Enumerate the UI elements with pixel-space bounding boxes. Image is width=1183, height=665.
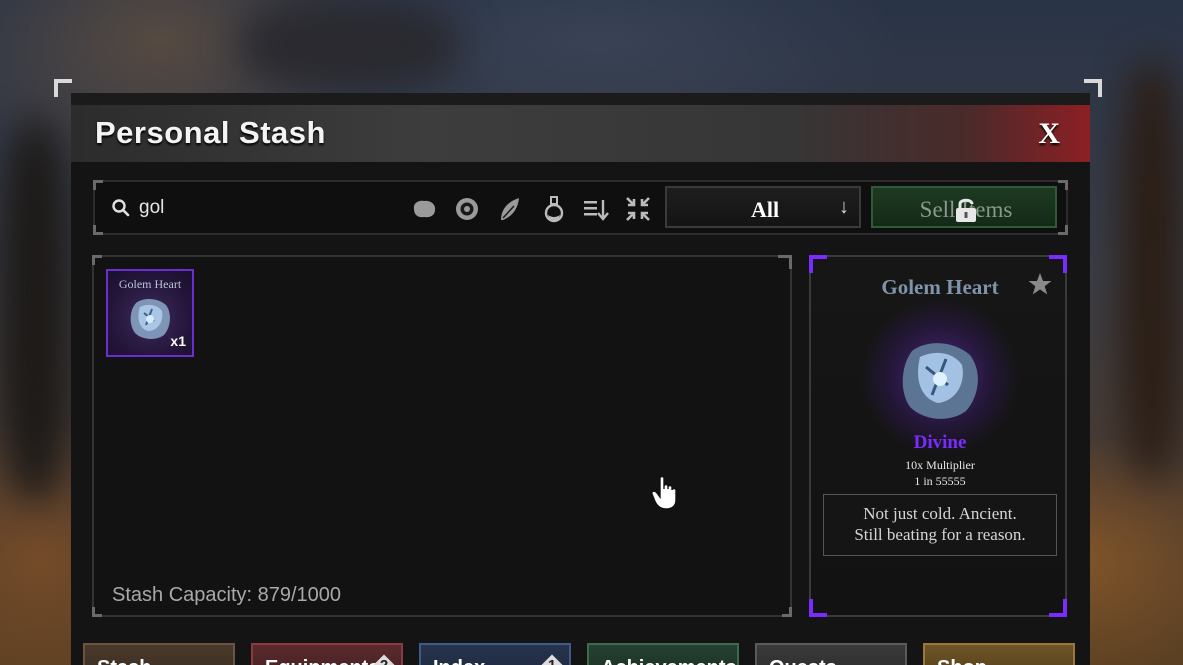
panel-bracket [778, 255, 792, 269]
search-box [107, 192, 387, 224]
item-slot-name: Golem Heart [118, 277, 182, 291]
golem-heart-large-icon [902, 343, 978, 419]
favorite-star-icon[interactable] [1027, 271, 1053, 297]
description-line: Still beating for a reason. [854, 525, 1026, 544]
golem-heart-icon [130, 299, 170, 339]
tab-label: Index [433, 657, 485, 665]
leaf-icon[interactable] [495, 194, 525, 224]
collapse-icon[interactable] [623, 194, 653, 224]
tab-stash[interactable]: Stash [83, 643, 235, 665]
tab-label: Achievements [601, 657, 737, 665]
item-detail-panel: Golem Heart Divine 10x Multiplier 1 in 5… [809, 255, 1067, 617]
panel-bracket [92, 255, 102, 265]
tab-achievements[interactable]: Achievements [587, 643, 739, 665]
panel-corner [809, 255, 827, 273]
tab-label: Shop [937, 657, 987, 665]
tab-badge-count: 2 [373, 657, 395, 665]
close-button[interactable]: X [1038, 117, 1060, 151]
lock-icon [956, 198, 976, 222]
toolbar-bracket [93, 180, 103, 190]
hand-cursor-icon [652, 476, 677, 510]
background-tower [1120, 60, 1183, 480]
tab-label: Stash [97, 657, 151, 665]
toolbar-bracket [93, 225, 103, 235]
panel-bracket [92, 607, 102, 617]
panel-corner [809, 599, 827, 617]
title-bar: Personal Stash X [71, 105, 1090, 162]
stash-grid-panel: Golem Heart x1 Stash Capacity: 879/1000 [92, 255, 792, 617]
orb-icon[interactable] [452, 194, 482, 224]
potion-icon[interactable] [539, 194, 569, 224]
tab-equipments[interactable]: Equipments 2 [251, 643, 403, 665]
bottom-tab-bar: Stash Equipments 2 Index 1 Achievements … [71, 632, 1090, 665]
tab-label: Quests [769, 657, 837, 665]
toolbar: All ↓ Sell Items [93, 180, 1068, 235]
sell-items-button[interactable]: Sell Items [871, 186, 1057, 228]
window-title: Personal Stash [95, 115, 326, 150]
arrow-down-icon: ↓ [839, 196, 849, 218]
detail-rarity: Divine [913, 432, 967, 453]
panel-bracket [782, 607, 792, 617]
toolbar-bracket [1058, 225, 1068, 235]
ore-icon[interactable] [409, 194, 439, 224]
detail-drop-chance: 1 in 55555 [914, 474, 966, 488]
detail-description: Not just cold. Ancient. Still beating fo… [823, 494, 1057, 556]
detail-multiplier: 10x Multiplier [905, 458, 975, 472]
item-slot-quantity: x1 [170, 333, 186, 349]
search-icon [112, 199, 130, 217]
search-input[interactable] [139, 195, 379, 221]
tab-badge-count: 1 [541, 657, 563, 665]
description-line: Not just cold. Ancient. [863, 504, 1017, 523]
background-roof [240, 0, 460, 90]
frame-corner-top-left [54, 79, 72, 97]
tab-index[interactable]: Index 1 [419, 643, 571, 665]
rarity-filter-dropdown[interactable]: All ↓ [665, 186, 861, 228]
toolbar-bracket [1058, 180, 1068, 190]
tab-quests[interactable]: Quests [755, 643, 907, 665]
inventory-item-slot[interactable]: Golem Heart x1 [106, 269, 194, 357]
rarity-filter-value: All [750, 197, 780, 222]
tab-label: Equipments [265, 657, 379, 665]
sort-icon[interactable] [581, 194, 611, 224]
tab-shop[interactable]: Shop [923, 643, 1075, 665]
panel-corner [1049, 599, 1067, 617]
personal-stash-window: Personal Stash X gol All ↓ Sell Items Go… [71, 93, 1090, 665]
stash-capacity: Stash Capacity: 879/1000 [112, 584, 342, 606]
background-tree [0, 120, 70, 500]
